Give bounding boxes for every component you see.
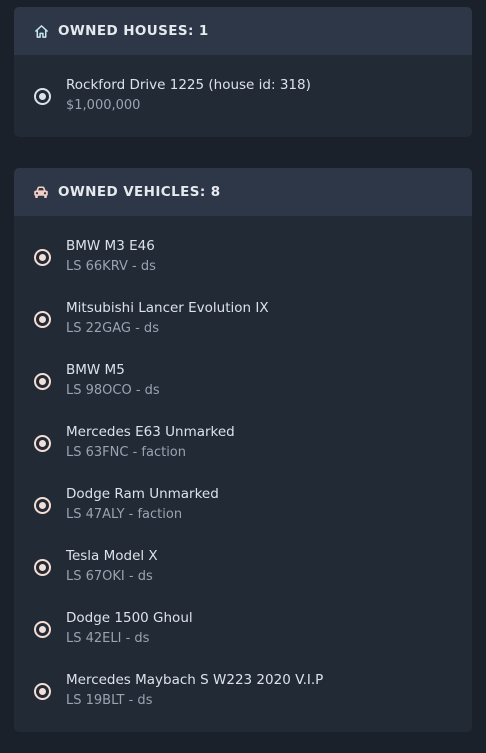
- house-price: $1,000,000: [66, 98, 141, 113]
- radio-selected-icon[interactable]: [34, 497, 51, 514]
- vehicle-plate: LS 19BLT - ds: [66, 693, 153, 708]
- vehicle-name: Mitsubishi Lancer Evolution IX: [66, 300, 269, 316]
- vehicle-plate: LS 22GAG - ds: [66, 321, 159, 336]
- house-name: Rockford Drive 1225 (house id: 318): [66, 77, 311, 93]
- houses-header: OWNED HOUSES: 1: [14, 7, 472, 55]
- vehicle-name: Dodge Ram Unmarked: [66, 486, 219, 502]
- radio-selected-icon[interactable]: [34, 373, 51, 390]
- vehicle-item[interactable]: BMW M5 LS 98OCO - ds: [14, 362, 472, 406]
- radio-selected-icon[interactable]: [34, 249, 51, 266]
- vehicle-item[interactable]: Mitsubishi Lancer Evolution IX LS 22GAG …: [14, 300, 472, 344]
- vehicles-panel: OWNED VEHICLES: 8 BMW M3 E46 LS 66KRV - …: [14, 168, 472, 732]
- radio-selected-icon[interactable]: [34, 559, 51, 576]
- vehicles-header: OWNED VEHICLES: 8: [14, 168, 472, 216]
- radio-selected-icon[interactable]: [34, 621, 51, 638]
- vehicle-plate: LS 98OCO - ds: [66, 383, 160, 398]
- radio-selected-icon[interactable]: [34, 88, 51, 105]
- vehicle-plate: LS 42ELI - ds: [66, 631, 150, 646]
- radio-selected-icon[interactable]: [34, 311, 51, 328]
- vehicles-title: OWNED VEHICLES: 8: [58, 184, 221, 200]
- vehicle-item[interactable]: Dodge Ram Unmarked LS 47ALY - faction: [14, 486, 472, 530]
- houses-title: OWNED HOUSES: 1: [58, 23, 209, 39]
- radio-selected-icon[interactable]: [34, 683, 51, 700]
- vehicle-item[interactable]: Mercedes Maybach S W223 2020 V.I.P LS 19…: [14, 672, 472, 716]
- vehicle-plate: LS 67OKI - ds: [66, 569, 153, 584]
- vehicle-item[interactable]: BMW M3 E46 LS 66KRV - ds: [14, 238, 472, 282]
- vehicle-name: Tesla Model X: [66, 548, 158, 564]
- houses-panel: OWNED HOUSES: 1 Rockford Drive 1225 (hou…: [14, 7, 472, 137]
- car-icon: [33, 184, 49, 200]
- vehicle-item[interactable]: Dodge 1500 Ghoul LS 42ELI - ds: [14, 610, 472, 654]
- vehicle-plate: LS 63FNC - faction: [66, 445, 186, 460]
- vehicle-name: Mercedes Maybach S W223 2020 V.I.P: [66, 672, 324, 688]
- vehicle-plate: LS 66KRV - ds: [66, 259, 156, 274]
- house-item[interactable]: Rockford Drive 1225 (house id: 318) $1,0…: [14, 77, 472, 121]
- vehicle-plate: LS 47ALY - faction: [66, 507, 183, 522]
- vehicle-name: Mercedes E63 Unmarked: [66, 424, 235, 440]
- vehicle-name: BMW M5: [66, 362, 125, 378]
- vehicle-item[interactable]: Tesla Model X LS 67OKI - ds: [14, 548, 472, 592]
- vehicle-name: Dodge 1500 Ghoul: [66, 610, 193, 626]
- vehicle-name: BMW M3 E46: [66, 238, 155, 254]
- radio-selected-icon[interactable]: [34, 435, 51, 452]
- home-icon: [33, 23, 49, 39]
- vehicle-item[interactable]: Mercedes E63 Unmarked LS 63FNC - faction: [14, 424, 472, 468]
